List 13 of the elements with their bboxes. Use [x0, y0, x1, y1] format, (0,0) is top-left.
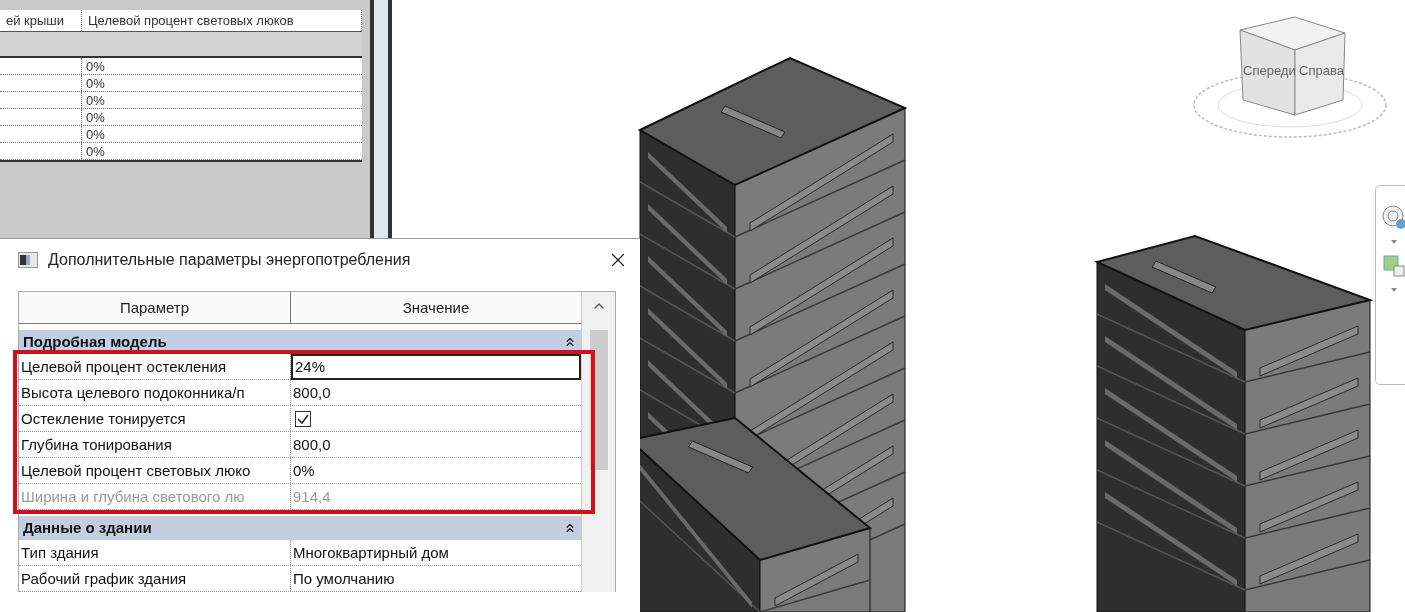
table-cell-text: 0%	[85, 126, 106, 142]
parameter-label: Ширина и глубина светового лю	[19, 484, 291, 509]
table-cell-text: 0%	[85, 92, 106, 108]
table-cell-text: 0%	[85, 143, 106, 159]
parameter-label: Целевой процент световых люко	[19, 458, 291, 483]
parameter-label: Остекление тонируется	[19, 406, 291, 431]
table-cell-text: 0%	[85, 58, 106, 74]
parameter-label: Тип здания	[19, 540, 291, 565]
parameter-label: Рабочий график здания	[19, 566, 291, 591]
parameter-label: Глубина тонирования	[19, 432, 291, 457]
parameter-label: Высота целевого подоконника/п	[19, 380, 291, 405]
table-cell-text: 0%	[85, 109, 106, 125]
table-cell-text: 0%	[85, 75, 106, 91]
